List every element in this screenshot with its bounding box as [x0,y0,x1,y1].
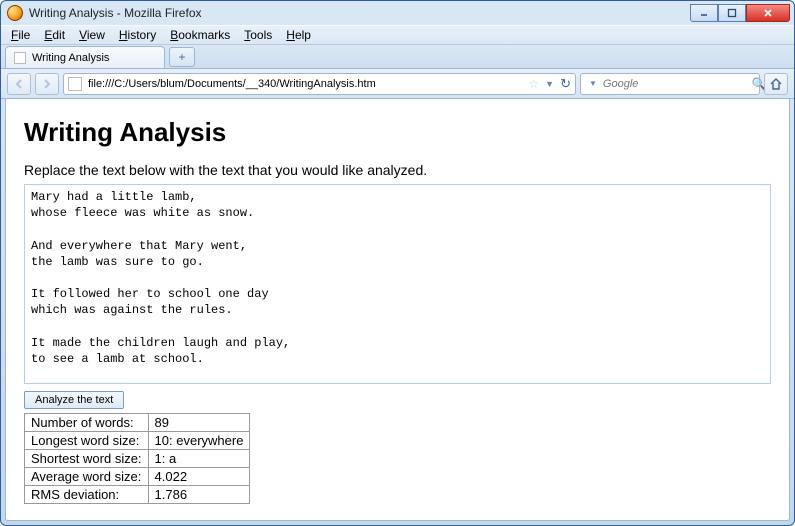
menubar: File Edit View History Bookmarks Tools H… [1,25,794,45]
navbar: ☆ ▼ ↻ ▼ 🔍 [1,69,794,99]
tabbar: Writing Analysis + [1,45,794,69]
menu-bookmarks[interactable]: Bookmarks [164,26,236,44]
url-input[interactable] [86,77,524,91]
result-label: Average word size: [25,468,149,486]
page-content: Writing Analysis Replace the text below … [5,99,790,521]
page-icon [68,77,82,91]
tab-label: Writing Analysis [32,52,109,64]
menu-help[interactable]: Help [280,26,317,44]
table-row: Shortest word size:1: a [25,450,250,468]
result-label: Longest word size: [25,432,149,450]
minimize-button[interactable] [690,4,718,22]
dropdown-icon[interactable]: ▼ [589,79,597,88]
new-tab-button[interactable]: + [169,47,195,67]
tab-writing-analysis[interactable]: Writing Analysis [5,46,165,68]
dropdown-icon[interactable]: ▼ [545,79,554,89]
table-row: Number of words:89 [25,414,250,432]
instruction-text: Replace the text below with the text tha… [24,162,771,178]
result-label: RMS deviation: [25,486,149,504]
result-label: Shortest word size: [25,450,149,468]
home-button[interactable] [764,73,788,95]
menu-view[interactable]: View [73,26,111,44]
firefox-icon [7,5,23,21]
window-title: Writing Analysis - Mozilla Firefox [29,6,690,20]
back-button[interactable] [7,73,31,95]
result-label: Number of words: [25,414,149,432]
results-table: Number of words:89 Longest word size:10:… [24,413,250,504]
table-row: RMS deviation:1.786 [25,486,250,504]
result-value: 4.022 [148,468,250,486]
page-icon [14,52,26,64]
firefox-window: Writing Analysis - Mozilla Firefox File … [0,0,795,526]
maximize-button[interactable] [718,4,746,22]
page-heading: Writing Analysis [24,117,771,148]
forward-button[interactable] [35,73,59,95]
menu-history[interactable]: History [113,26,162,44]
search-bar[interactable]: ▼ 🔍 [580,73,760,95]
result-value: 10: everywhere [148,432,250,450]
window-controls [690,4,790,22]
table-row: Longest word size:10: everywhere [25,432,250,450]
close-button[interactable] [746,4,790,22]
result-value: 89 [148,414,250,432]
star-icon[interactable]: ☆ [528,77,539,91]
menu-file[interactable]: File [5,26,36,44]
reload-icon[interactable]: ↻ [560,76,571,92]
table-row: Average word size:4.022 [25,468,250,486]
url-bar[interactable]: ☆ ▼ ↻ [63,73,576,95]
search-input[interactable] [601,77,748,91]
titlebar: Writing Analysis - Mozilla Firefox [1,1,794,25]
menu-edit[interactable]: Edit [38,26,71,44]
result-value: 1: a [148,450,250,468]
menu-tools[interactable]: Tools [238,26,278,44]
analysis-textarea[interactable] [24,184,771,384]
analyze-button[interactable]: Analyze the text [24,391,124,409]
result-value: 1.786 [148,486,250,504]
